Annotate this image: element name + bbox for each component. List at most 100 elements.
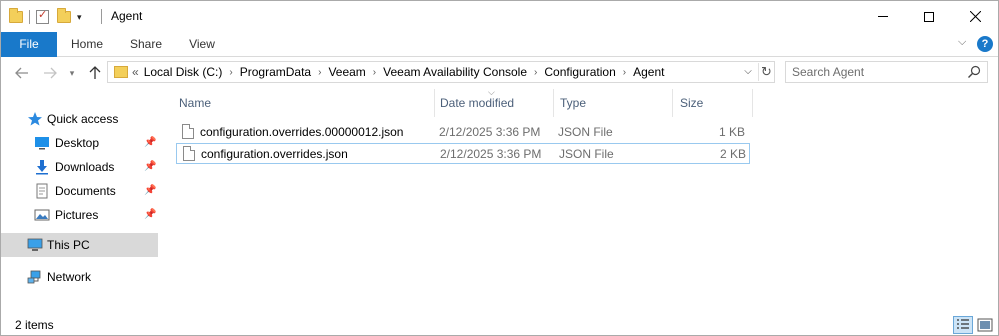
file-type: JSON File [558,125,613,139]
quick-access-toolbar: ▾ [9,7,82,27]
tab-view[interactable]: View [179,32,225,57]
expand-ribbon-chevron-icon[interactable]: ⌵ [958,36,966,49]
folder-icon [9,8,23,23]
breadcrumb: « Local Disk (C:) › ProgramData › Veeam … [132,62,664,82]
window-title: Agent [111,9,143,23]
sidebar-item-label: This PC [47,238,90,252]
breadcrumb-veeam-availability-console[interactable]: Veeam Availability Console [383,65,527,79]
address-history-chevron-icon[interactable]: ⌵ [740,64,756,80]
search-icon[interactable] [966,64,982,80]
folder-icon [114,66,128,78]
sidebar-item-documents[interactable]: Documents 📌 [1,179,158,203]
column-divider[interactable] [752,89,753,117]
file-size: 2 KB [719,147,746,161]
forward-button[interactable] [39,63,61,83]
item-count: 2 items [15,318,54,332]
sidebar-item-desktop[interactable]: Desktop 📌 [1,131,158,155]
file-size: 1 KB [718,125,745,139]
sidebar-item-label: Documents [55,184,116,198]
details-view-icon [957,319,969,329]
breadcrumb-programdata[interactable]: ProgramData [240,65,311,79]
json-file-icon [183,146,195,161]
breadcrumb-configuration[interactable]: Configuration [544,65,615,79]
breadcrumb-separator-icon[interactable]: › [623,67,626,78]
tab-file[interactable]: File [1,32,57,57]
maximize-button[interactable] [906,1,952,32]
file-date-modified: 2/12/2025 3:36 PM [440,147,542,161]
sidebar-item-label: Quick access [47,112,119,126]
breadcrumb-separator-icon[interactable]: › [229,67,232,78]
network-icon [27,270,41,284]
recent-locations-button[interactable]: ▾ [65,63,79,83]
star-icon [28,112,42,126]
breadcrumb-separator-icon[interactable]: › [534,67,537,78]
minimize-icon [878,16,888,17]
sidebar-item-label: Network [47,270,92,284]
sidebar-item-downloads[interactable]: Downloads 📌 [1,155,158,179]
large-icons-view-button[interactable] [975,316,995,334]
file-explorer-window: ▾ Agent File Home Share View ⌵ ? ▾ [0,0,999,336]
help-icon[interactable]: ? [977,36,993,52]
customize-toolbar-chevron-icon[interactable]: ▾ [77,12,82,23]
file-type: JSON File [559,147,614,161]
breadcrumb-overflow[interactable]: « [132,65,139,79]
forward-arrow-icon [44,67,57,79]
tab-home[interactable]: Home [61,32,113,57]
sidebar-item-pictures[interactable]: Pictures 📌 [1,203,158,227]
breadcrumb-separator-icon[interactable]: › [318,67,321,78]
search-input[interactable] [792,64,962,80]
details-view-button[interactable] [953,316,973,334]
downloads-icon [36,160,48,175]
tab-share[interactable]: Share [121,32,171,57]
title-bar: ▾ Agent [1,1,998,32]
documents-icon [36,183,48,199]
navigation-bar: ▾ « Local Disk (C:) › ProgramData › Veea… [1,58,998,88]
new-folder-icon[interactable] [57,8,71,23]
status-bar: 2 items [1,313,998,335]
up-arrow-icon [89,66,101,79]
column-divider[interactable] [553,89,554,117]
column-header-name[interactable]: Name [179,89,211,117]
computer-icon [27,238,43,251]
breadcrumb-veeam[interactable]: Veeam [328,65,365,79]
chevron-down-icon: ▾ [69,67,75,78]
column-header-date-modified[interactable]: Date modified [440,89,514,117]
pin-icon[interactable]: 📌 [144,209,156,220]
minimize-button[interactable] [860,1,906,32]
navigation-pane: Quick access Desktop 📌 Downloads 📌 Docum… [1,89,159,313]
pin-icon[interactable]: 📌 [144,161,156,172]
column-divider[interactable] [434,89,435,117]
sidebar-item-label: Downloads [55,160,115,174]
breadcrumb-local-disk[interactable]: Local Disk (C:) [144,65,223,79]
close-button[interactable] [952,1,998,32]
file-row[interactable]: configuration.overrides.json 2/12/2025 3… [176,143,750,164]
column-divider[interactable] [672,89,673,117]
breadcrumb-separator-icon[interactable]: › [373,67,376,78]
back-arrow-icon [15,67,28,79]
large-icons-view-icon [977,318,993,332]
back-button[interactable] [11,63,33,83]
column-header-size[interactable]: Size [680,89,703,117]
sidebar-item-this-pc[interactable]: This PC [1,233,158,257]
pictures-icon [34,209,50,221]
column-header-type[interactable]: Type [560,89,586,117]
pin-icon[interactable]: 📌 [144,137,156,148]
sidebar-item-label: Pictures [55,208,99,222]
sidebar-item-quick-access[interactable]: Quick access [1,107,158,131]
pin-icon[interactable]: 📌 [144,185,156,196]
refresh-icon[interactable]: ↻ [758,63,774,81]
breadcrumb-agent[interactable]: Agent [633,65,664,79]
file-name: configuration.overrides.json [201,147,348,161]
properties-icon[interactable] [36,8,49,24]
toolbar-divider [29,10,30,24]
sidebar-item-network[interactable]: Network [1,265,158,289]
sidebar-item-label: Desktop [55,136,100,150]
file-list: Name ⌵ Date modified Type Size configura… [161,87,998,313]
desktop-icon [35,137,49,150]
address-bar[interactable]: « Local Disk (C:) › ProgramData › Veeam … [107,61,775,83]
maximize-icon [924,11,934,22]
search-box[interactable] [785,61,988,83]
up-button[interactable] [85,63,105,83]
file-name: configuration.overrides.00000012.json [200,125,404,139]
file-row[interactable]: configuration.overrides.00000012.json 2/… [176,122,750,143]
